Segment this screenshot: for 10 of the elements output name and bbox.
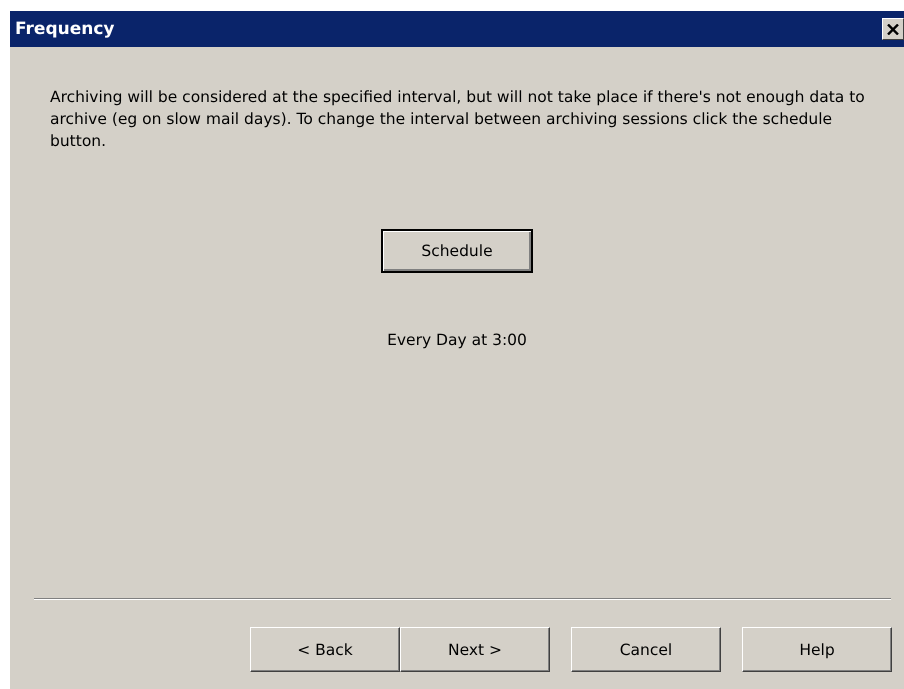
- wizard-button[interactable]: < Back: [250, 627, 400, 672]
- schedule-button[interactable]: Schedule: [381, 229, 533, 273]
- window-title: Frequency: [15, 19, 115, 39]
- schedule-summary: Every Day at 3:00: [387, 331, 527, 349]
- close-button[interactable]: [882, 18, 904, 40]
- close-icon: [887, 24, 899, 34]
- description-text: Archiving will be considered at the specified interval, but will not take place if there's not enough data to archive (eg on slow mail days). To change the interval between archiving sessions click the schedule button.: [50, 87, 866, 152]
- wizard-button[interactable]: Cancel: [571, 627, 721, 672]
- wizard-button[interactable]: Help: [742, 627, 892, 672]
- wizard-button[interactable]: Next >: [400, 627, 550, 672]
